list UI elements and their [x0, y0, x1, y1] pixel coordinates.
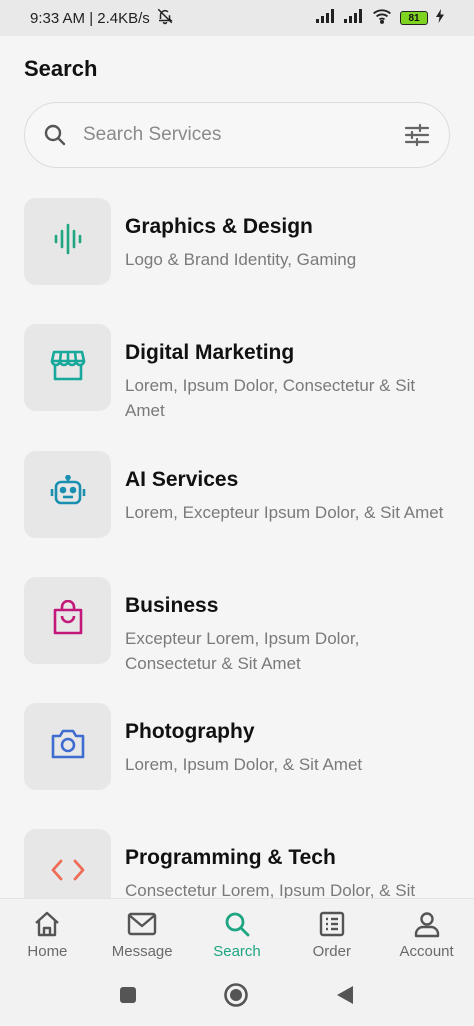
status-left: 9:33 AM | 2.4KB/s — [30, 7, 174, 29]
category-thumb — [24, 577, 111, 664]
search-icon — [41, 121, 69, 149]
category-subtitle: Excepteur Lorem, Ipsum Dolor, Consectetu… — [125, 629, 360, 673]
status-time: 9:33 AM | 2.4KB/s — [30, 9, 150, 27]
category-text: AI Services Lorem, Excepteur Ipsum Dolor… — [125, 451, 450, 538]
category-title: Graphics & Design — [125, 215, 313, 238]
category-title: Photography — [125, 720, 255, 743]
user-icon — [413, 909, 441, 939]
storefront-icon — [50, 348, 86, 387]
category-text: Business Excepteur Lorem, Ipsum Dolor, C… — [125, 577, 450, 676]
category-thumb — [24, 829, 111, 898]
mail-icon — [127, 909, 157, 939]
category-item-digital-marketing[interactable]: Digital Marketing Lorem, Ipsum Dolor, Co… — [24, 324, 454, 423]
category-item-photography[interactable]: Photography Lorem, Ipsum Dolor, & Sit Am… — [24, 703, 454, 790]
code-icon — [50, 857, 86, 888]
category-subtitle: Lorem, Excepteur Ipsum Dolor, & Sit Amet — [125, 503, 444, 522]
wifi-icon — [372, 8, 392, 28]
category-thumb — [24, 703, 111, 790]
category-title: Business — [125, 594, 219, 617]
robot-icon — [50, 474, 86, 514]
camera-icon — [50, 728, 86, 765]
nav-order[interactable]: Order — [284, 899, 379, 968]
filter-icon[interactable] — [401, 119, 433, 151]
home-circle-icon[interactable] — [223, 982, 249, 1013]
order-list-icon — [318, 909, 346, 939]
category-text: Photography Lorem, Ipsum Dolor, & Sit Am… — [125, 703, 450, 790]
signal-icon — [316, 9, 336, 27]
nav-label: Message — [111, 943, 173, 960]
category-title: AI Services — [125, 468, 239, 491]
recents-icon[interactable] — [119, 986, 137, 1009]
signal-icon-2 — [344, 9, 364, 27]
search-bar[interactable] — [24, 102, 450, 168]
category-title: Digital Marketing — [125, 341, 295, 364]
nav-label: Search — [213, 943, 261, 960]
nav-label: Account — [399, 943, 454, 960]
search-input[interactable] — [83, 124, 401, 146]
category-text: Programming & Tech Consectetur Lorem, Ip… — [125, 829, 450, 898]
category-subtitle: Consectetur Lorem, Ipsum Dolor, & Sit Am… — [125, 881, 416, 898]
system-nav-bar — [0, 968, 474, 1026]
battery-icon: 81 — [400, 11, 428, 25]
home-icon — [33, 909, 61, 939]
nav-search[interactable]: Search — [190, 899, 285, 968]
category-item-programming-tech[interactable]: Programming & Tech Consectetur Lorem, Ip… — [24, 829, 454, 898]
category-thumb — [24, 451, 111, 538]
category-subtitle: Lorem, Ipsum Dolor, Consectetur & Sit Am… — [125, 376, 416, 420]
page-title: Search — [24, 56, 98, 81]
category-list[interactable]: Graphics & Design Logo & Brand Identity,… — [0, 198, 474, 898]
back-icon[interactable] — [335, 984, 355, 1011]
nav-home[interactable]: Home — [0, 899, 95, 968]
category-title: Programming & Tech — [125, 846, 336, 869]
category-item-ai-services[interactable]: AI Services Lorem, Excepteur Ipsum Dolor… — [24, 451, 454, 538]
status-right: 81 — [316, 8, 444, 28]
nav-label: Home — [27, 943, 68, 960]
category-thumb — [24, 198, 111, 285]
category-item-graphics-design[interactable]: Graphics & Design Logo & Brand Identity,… — [24, 198, 454, 285]
nav-message[interactable]: Message — [95, 899, 190, 968]
nav-account[interactable]: Account — [379, 899, 474, 968]
category-item-business[interactable]: Business Excepteur Lorem, Ipsum Dolor, C… — [24, 577, 454, 676]
category-subtitle: Lorem, Ipsum Dolor, & Sit Amet — [125, 755, 363, 774]
bottom-nav: Home Message Search Order Account — [0, 898, 474, 968]
category-text: Digital Marketing Lorem, Ipsum Dolor, Co… — [125, 324, 450, 423]
category-thumb — [24, 324, 111, 411]
soundwave-icon — [51, 222, 85, 261]
search-icon — [223, 909, 251, 939]
status-bar: 9:33 AM | 2.4KB/s 81 — [0, 0, 474, 36]
nav-label: Order — [312, 943, 351, 960]
category-text: Graphics & Design Logo & Brand Identity,… — [125, 198, 450, 285]
shopping-bag-icon — [51, 599, 85, 641]
category-subtitle: Logo & Brand Identity, Gaming — [125, 250, 357, 269]
charging-icon — [436, 9, 444, 27]
mute-icon — [156, 7, 174, 29]
